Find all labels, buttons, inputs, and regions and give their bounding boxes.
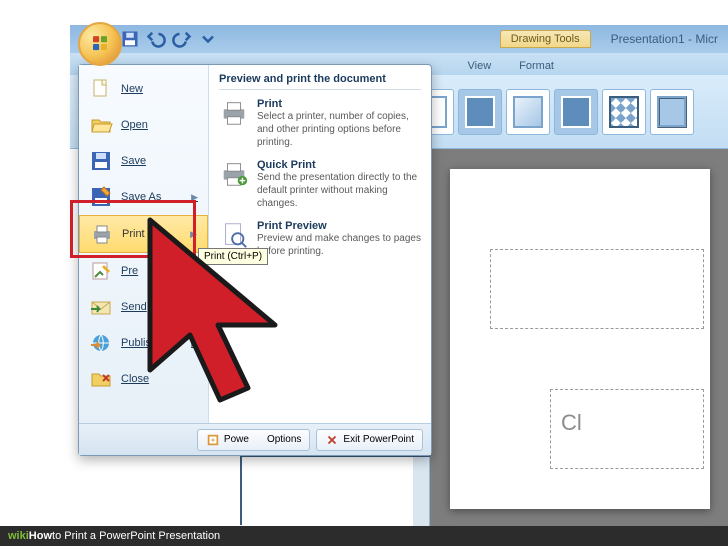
submenu-title: Quick Print — [257, 159, 421, 171]
slide[interactable]: Cl — [450, 169, 710, 509]
frame-style-4[interactable] — [554, 89, 598, 135]
chevron-right-icon: ▶ — [190, 229, 197, 240]
exit-icon — [325, 433, 339, 447]
submenu-desc: Preview and make changes to pages before… — [257, 232, 421, 258]
menu-label: Pre — [121, 265, 138, 277]
chevron-right-icon: ▶ — [191, 302, 198, 313]
save-icon — [89, 149, 113, 173]
frame-style-6[interactable] — [650, 89, 694, 135]
tab-format[interactable]: Format — [505, 57, 568, 75]
quick-print-icon — [219, 159, 249, 189]
wikihow-title: to Print a PowerPoint Presentation — [52, 530, 220, 542]
close-icon — [89, 367, 113, 391]
button-label: Powe — [224, 434, 249, 445]
content-placeholder[interactable]: Cl — [550, 389, 704, 469]
menu-item-print[interactable]: Print ▶ — [79, 215, 208, 253]
menu-label: Send — [121, 301, 147, 313]
office-menu-footer: PoweOptions Exit PowerPoint — [79, 423, 431, 455]
print-preview-icon — [219, 220, 249, 250]
menu-item-save-as[interactable]: Save As ▶ — [79, 179, 208, 215]
print-icon — [219, 98, 249, 128]
open-icon — [89, 113, 113, 137]
prepare-icon — [89, 259, 113, 283]
frame-style-2[interactable] — [458, 89, 502, 135]
chevron-right-icon: ▶ — [191, 338, 198, 349]
options-icon — [206, 433, 220, 447]
chevron-right-icon: ▶ — [148, 266, 155, 277]
exit-powerpoint-button[interactable]: Exit PowerPoint — [316, 429, 423, 451]
menu-item-close[interactable]: Close — [79, 361, 208, 397]
new-icon — [89, 77, 113, 101]
send-icon — [89, 295, 113, 319]
frame-style-5[interactable] — [602, 89, 646, 135]
button-label: Exit PowerPoint — [343, 434, 414, 445]
submenu-title: Print — [257, 98, 421, 110]
undo-icon[interactable] — [146, 29, 166, 49]
submenu-item-print[interactable]: Print Select a printer, number of copies… — [219, 98, 421, 149]
menu-item-save[interactable]: Save — [79, 143, 208, 179]
menu-item-send[interactable]: Send ▶ — [79, 289, 208, 325]
app-title: Presentation1 - Micr — [611, 32, 718, 46]
print-icon — [90, 222, 114, 246]
submenu-header: Preview and print the document — [219, 73, 421, 90]
wikihow-caption: wikiHow to Print a PowerPoint Presentati… — [0, 526, 728, 546]
menu-label: Save As — [121, 191, 161, 203]
submenu-desc: Send the presentation directly to the de… — [257, 171, 421, 210]
publish-icon — [89, 331, 113, 355]
menu-label: Save — [121, 155, 146, 167]
tooltip: Print (Ctrl+P) — [198, 248, 268, 265]
qat-dropdown-icon[interactable] — [198, 29, 218, 49]
save-icon[interactable] — [120, 29, 140, 49]
title-placeholder[interactable] — [490, 249, 704, 329]
decorative-line — [240, 455, 242, 525]
menu-label: Close — [121, 373, 149, 385]
menu-item-publish[interactable]: Publish ▶ — [79, 325, 208, 361]
wikihow-logo-how: How — [29, 530, 52, 542]
menu-item-open[interactable]: Open — [79, 107, 208, 143]
chevron-right-icon: ▶ — [191, 192, 198, 203]
slide-canvas-area: Cl — [430, 149, 728, 526]
frame-style-3[interactable] — [506, 89, 550, 135]
office-menu-right: Preview and print the document Print Sel… — [209, 65, 431, 423]
contextual-tab-drawing-tools: Drawing Tools — [500, 30, 591, 48]
submenu-desc: Select a printer, number of copies, and … — [257, 110, 421, 149]
menu-item-prepare[interactable]: Pre ▶ — [79, 253, 208, 289]
submenu-item-quick-print[interactable]: Quick Print Send the presentation direct… — [219, 159, 421, 210]
wikihow-logo-wiki: wiki — [8, 530, 29, 542]
office-button[interactable] — [78, 22, 122, 66]
menu-label: New — [121, 83, 143, 95]
menu-label: Open — [121, 119, 148, 131]
tab-view[interactable]: View — [454, 57, 506, 75]
powerpoint-options-button[interactable]: PoweOptions — [197, 429, 310, 451]
menu-item-new[interactable]: New — [79, 71, 208, 107]
save-as-icon — [89, 185, 113, 209]
title-bar: Drawing Tools Presentation1 - Micr — [70, 25, 728, 53]
menu-label: Print — [122, 228, 145, 240]
menu-label: Publish — [121, 337, 157, 349]
redo-icon[interactable] — [172, 29, 192, 49]
submenu-title: Print Preview — [257, 220, 421, 232]
office-menu-left: New Open Save Save As ▶ Print ▶ — [79, 65, 209, 423]
